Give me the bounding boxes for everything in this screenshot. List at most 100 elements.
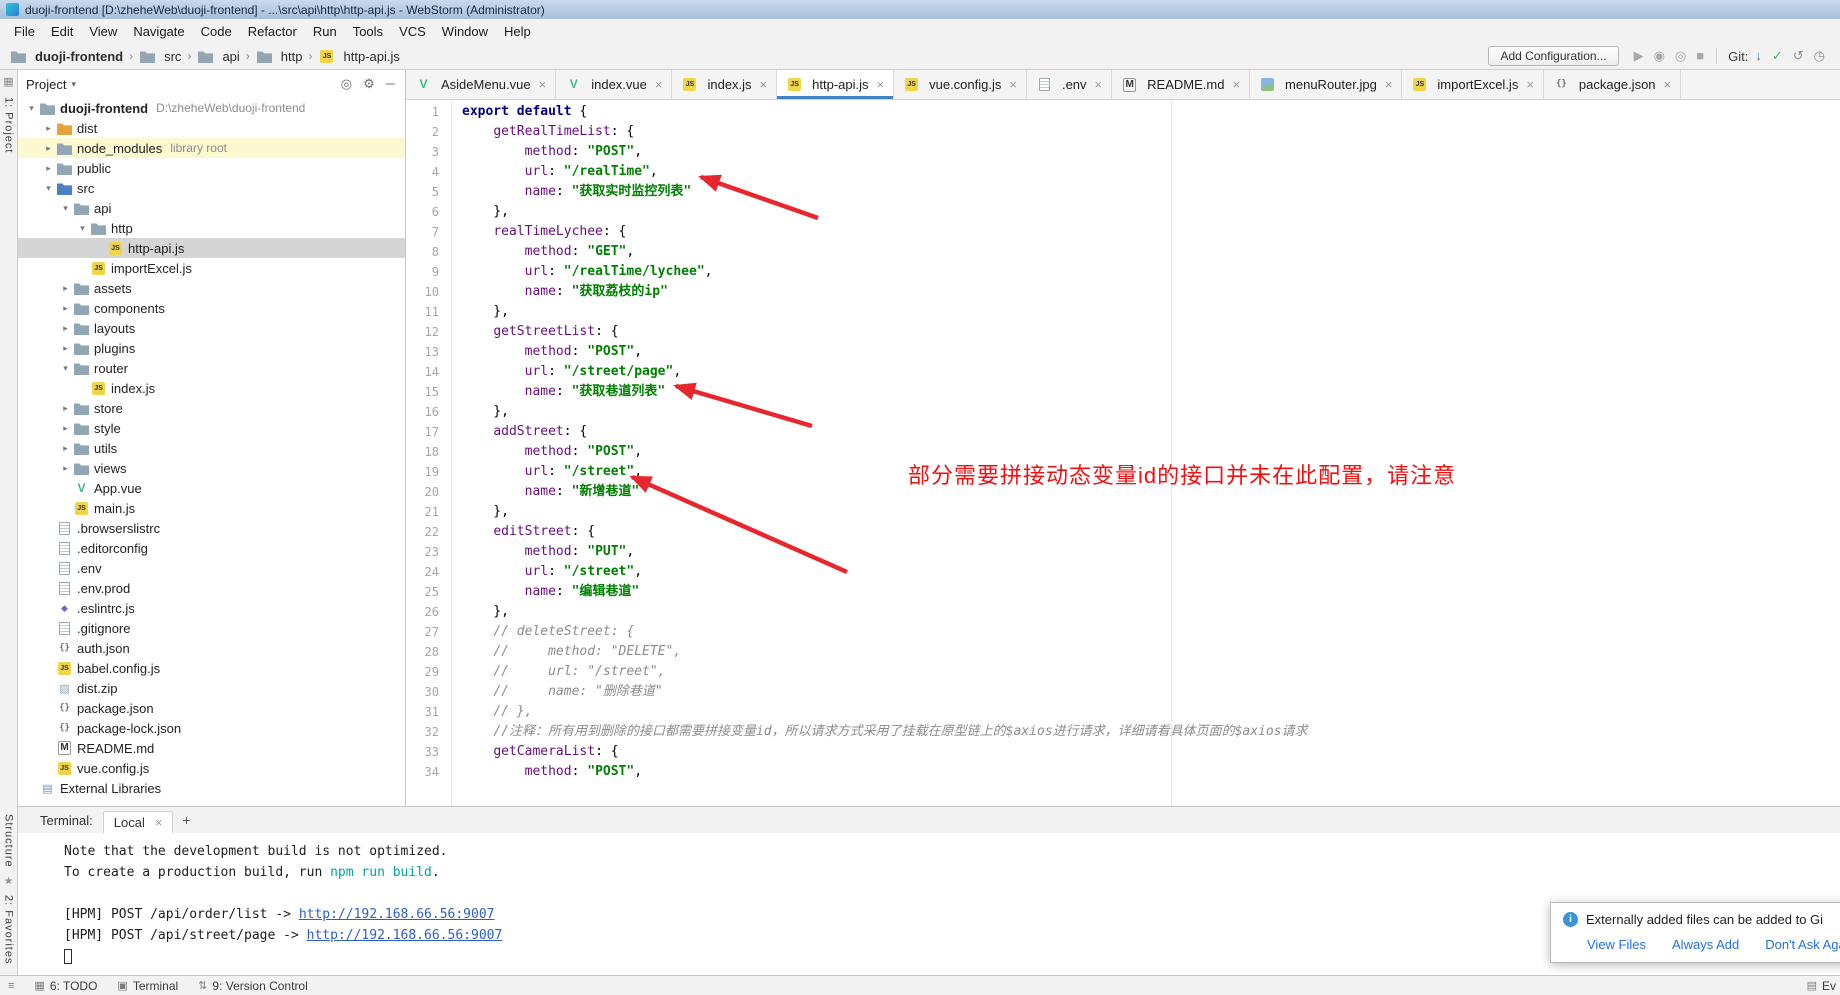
breadcrumb-src[interactable]: src — [139, 48, 181, 64]
tab-index-vue[interactable]: Vindex.vue× — [556, 70, 672, 99]
expand-icon[interactable]: ▸ — [41, 123, 56, 134]
menu-file[interactable]: File — [6, 21, 43, 42]
local-history-button[interactable]: ◷ — [1809, 48, 1830, 63]
tree-item-main-js[interactable]: JSmain.js — [18, 498, 405, 518]
close-icon[interactable]: × — [1095, 77, 1103, 92]
tree-item-env[interactable]: .env — [18, 558, 405, 578]
notification-link-view-files[interactable]: View Files — [1587, 937, 1646, 952]
tree-item-api[interactable]: ▾api — [18, 198, 405, 218]
terminal-link[interactable]: http://192.168.66.56:9007 — [307, 928, 503, 943]
code-line[interactable]: }, — [462, 202, 1840, 222]
code-line[interactable]: // method: "DELETE", — [462, 642, 1840, 662]
statusbar-tool-window-switcher[interactable]: ≡ — [8, 980, 14, 992]
code-line[interactable]: name: "获取实时监控列表" — [462, 182, 1840, 202]
statusbar-right[interactable]: ▤ Ev — [1807, 979, 1836, 993]
menu-window[interactable]: Window — [434, 21, 496, 42]
tree-item-vue-config-js[interactable]: JSvue.config.js — [18, 758, 405, 778]
coverage-button[interactable]: ◎ — [1670, 48, 1691, 63]
expand-icon[interactable]: ▸ — [58, 403, 73, 414]
tree-item-http[interactable]: ▾http — [18, 218, 405, 238]
statusbar-9-version-control[interactable]: ⇅9: Version Control — [198, 979, 308, 993]
tree-item-package-lock-json[interactable]: {}package-lock.json — [18, 718, 405, 738]
stripe-project-label[interactable]: 1: Project — [3, 97, 15, 153]
breadcrumb-http-api-js[interactable]: JShttp-api.js — [318, 48, 399, 64]
tab-vue-config-js[interactable]: JSvue.config.js× — [894, 70, 1027, 99]
code-line[interactable]: }, — [462, 502, 1840, 522]
statusbar-terminal[interactable]: ▣Terminal — [117, 979, 178, 993]
code-line[interactable]: // name: "删除巷道" — [462, 682, 1840, 702]
tree-item-components[interactable]: ▸components — [18, 298, 405, 318]
close-icon[interactable]: × — [655, 77, 663, 92]
hide-panel-button[interactable]: ─ — [386, 76, 395, 91]
code-line[interactable]: name: "获取巷道列表" — [462, 382, 1840, 402]
tree-item-node-modules[interactable]: ▸node_moduleslibrary root — [18, 138, 405, 158]
tree-item-layouts[interactable]: ▸layouts — [18, 318, 405, 338]
code-line[interactable]: }, — [462, 402, 1840, 422]
expand-icon[interactable]: ▸ — [58, 443, 73, 454]
code-line[interactable]: url: "/street/page", — [462, 362, 1840, 382]
expand-icon[interactable]: ▸ — [58, 423, 73, 434]
breadcrumb-duoji-frontend[interactable]: duoji-frontend — [10, 48, 123, 64]
add-configuration-button[interactable]: Add Configuration... — [1488, 46, 1618, 66]
tab-http-api-js[interactable]: JShttp-api.js× — [777, 70, 894, 99]
breadcrumb-api[interactable]: api — [197, 48, 239, 64]
new-terminal-session-button[interactable]: + — [173, 812, 199, 828]
code-line[interactable]: addStreet: { — [462, 422, 1840, 442]
menu-refactor[interactable]: Refactor — [240, 21, 305, 42]
code-line[interactable]: // url: "/street", — [462, 662, 1840, 682]
expand-icon[interactable]: ▸ — [58, 303, 73, 314]
terminal-cursor[interactable] — [64, 949, 72, 964]
tab-asidemenu-vue[interactable]: VAsideMenu.vue× — [406, 70, 556, 99]
close-icon[interactable]: × — [877, 77, 885, 92]
code-line[interactable]: url: "/realTime/lychee", — [462, 262, 1840, 282]
tree-item-plugins[interactable]: ▸plugins — [18, 338, 405, 358]
code-line[interactable]: url: "/realTime", — [462, 162, 1840, 182]
code-line[interactable]: //注释：所有用到删除的接口都需要拼接变量id，所以请求方式采用了挂载在原型链上… — [462, 722, 1840, 742]
menu-run[interactable]: Run — [305, 21, 345, 42]
tree-item-babel-config-js[interactable]: JSbabel.config.js — [18, 658, 405, 678]
terminal-tab-local[interactable]: Local × — [103, 811, 174, 833]
tree-item-dist[interactable]: ▸dist — [18, 118, 405, 138]
code-line[interactable]: export default { — [462, 102, 1840, 122]
collapse-icon[interactable]: ▾ — [24, 103, 39, 114]
code-line[interactable]: method: "POST", — [462, 342, 1840, 362]
editor[interactable]: 1234567891011121314151617181920212223242… — [406, 100, 1840, 806]
code-line[interactable]: getCameraList: { — [462, 742, 1840, 762]
tree-item-gitignore[interactable]: .gitignore — [18, 618, 405, 638]
rollback-button[interactable]: ↺ — [1788, 48, 1809, 63]
expand-icon[interactable]: ▸ — [41, 163, 56, 174]
code-line[interactable]: method: "POST", — [462, 762, 1840, 782]
menu-view[interactable]: View — [81, 21, 125, 42]
stripe-structure-label[interactable]: Structure — [3, 814, 15, 868]
close-icon[interactable]: × — [539, 77, 547, 92]
tab-importexcel-js[interactable]: JSimportExcel.js× — [1402, 70, 1544, 99]
statusbar-6-todo[interactable]: ▦6: TODO — [34, 979, 97, 993]
tree-item-editorconfig[interactable]: .editorconfig — [18, 538, 405, 558]
project-panel-title[interactable]: Project — [26, 77, 66, 92]
expand-icon[interactable]: ▸ — [41, 143, 56, 154]
notification-link-always-add[interactable]: Always Add — [1672, 937, 1739, 952]
menu-edit[interactable]: Edit — [43, 21, 81, 42]
code-line[interactable]: name: "编辑巷道" — [462, 582, 1840, 602]
tree-item-http-api-js[interactable]: JShttp-api.js — [18, 238, 405, 258]
tree-item-duoji-frontend[interactable]: ▾duoji-frontendD:\zheheWeb\duoji-fronten… — [18, 98, 405, 118]
collapse-icon[interactable]: ▾ — [75, 223, 90, 234]
code-line[interactable]: method: "POST", — [462, 142, 1840, 162]
close-icon[interactable]: × — [155, 815, 163, 830]
code-line[interactable]: method: "GET", — [462, 242, 1840, 262]
expand-icon[interactable]: ▸ — [58, 283, 73, 294]
tab-package-json[interactable]: {}package.json× — [1544, 70, 1681, 99]
expand-icon[interactable]: ▸ — [58, 463, 73, 474]
commit-button[interactable]: ✓ — [1767, 48, 1788, 63]
code-line[interactable]: }, — [462, 602, 1840, 622]
code-line[interactable]: // }, — [462, 702, 1840, 722]
notification-link-don-t-ask-agai[interactable]: Don't Ask Agai — [1765, 937, 1840, 952]
tree-item-store[interactable]: ▸store — [18, 398, 405, 418]
tree-item-auth-json[interactable]: {}auth.json — [18, 638, 405, 658]
tree-item-readme-md[interactable]: MREADME.md — [18, 738, 405, 758]
code-line[interactable]: editStreet: { — [462, 522, 1840, 542]
tree-item-eslintrc-js[interactable]: ◆.eslintrc.js — [18, 598, 405, 618]
tree-item-index-js[interactable]: JSindex.js — [18, 378, 405, 398]
tree-item-assets[interactable]: ▸assets — [18, 278, 405, 298]
tree-item-browserslistrc[interactable]: .browserslistrc — [18, 518, 405, 538]
